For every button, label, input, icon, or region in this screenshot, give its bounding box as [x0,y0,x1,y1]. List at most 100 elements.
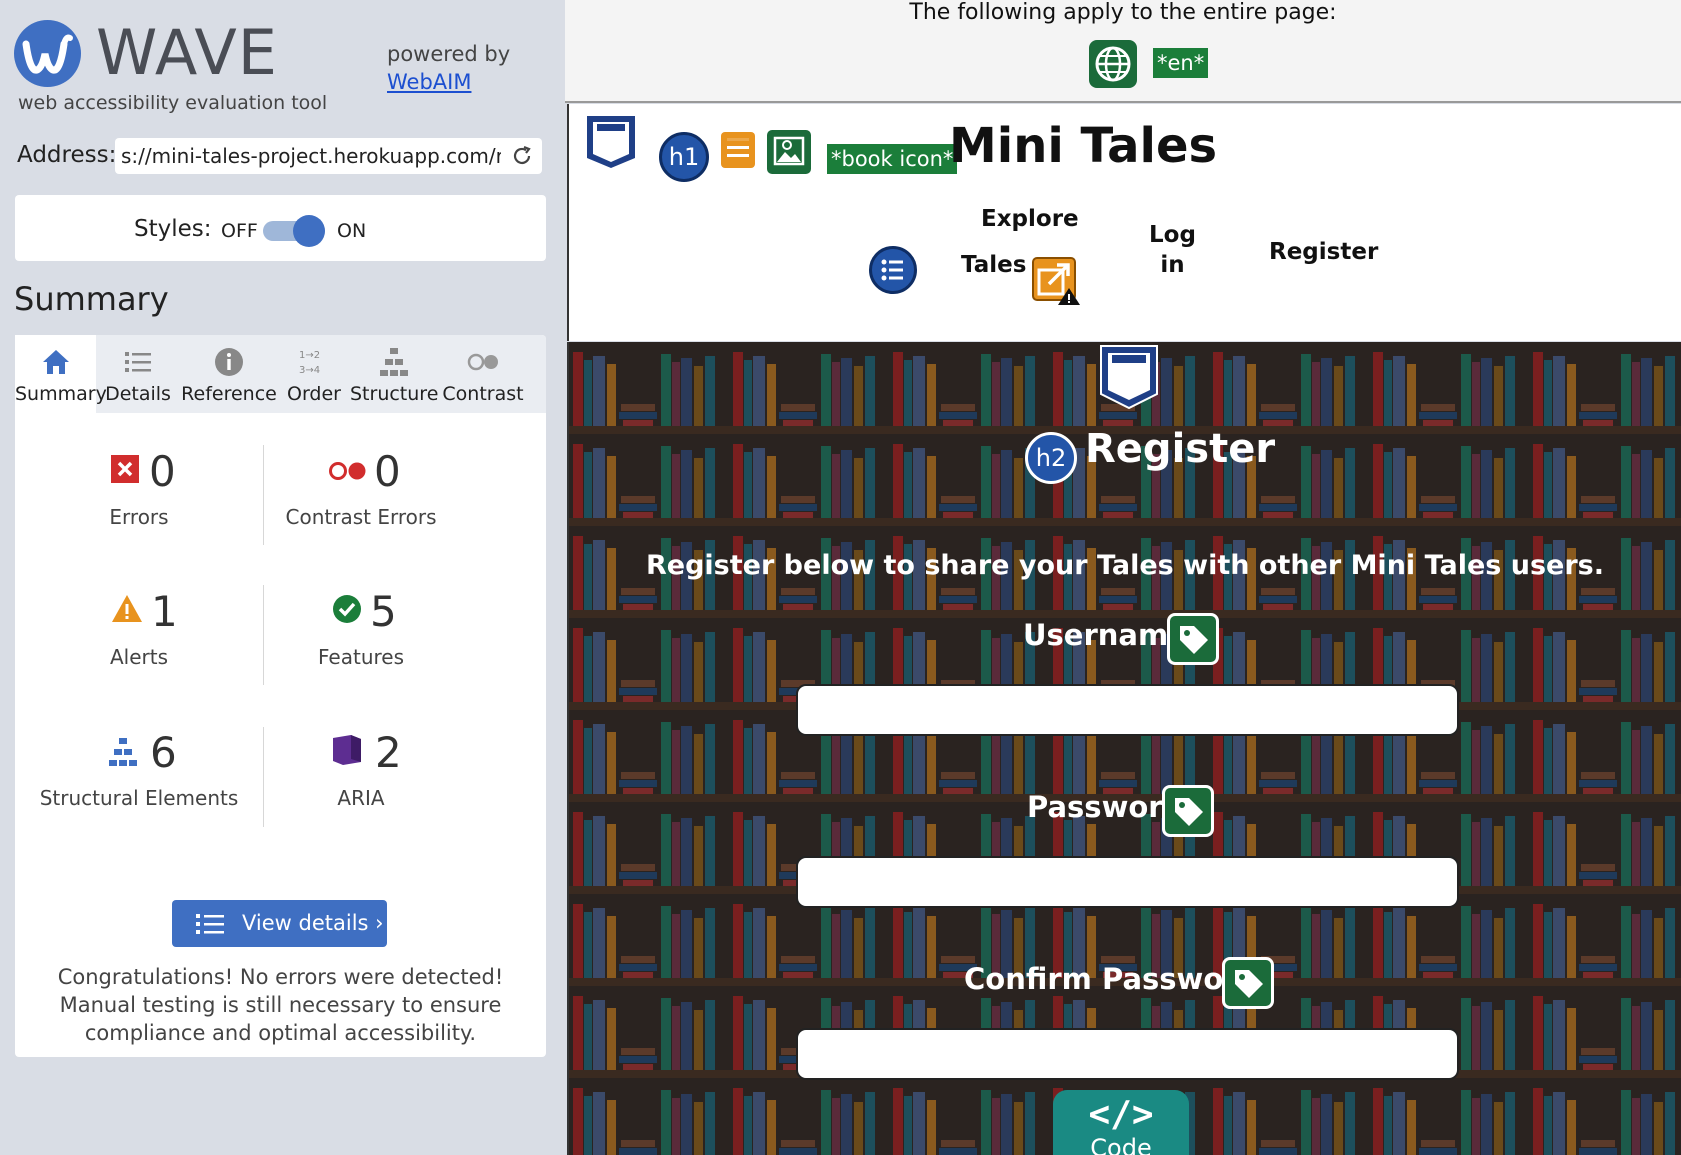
tab-order[interactable]: 1→2 3→4 Order [278,335,350,413]
structure-tree-icon [109,738,137,766]
alert-triangle-icon [112,595,142,622]
list-icon [196,914,224,934]
confirm-password-input[interactable] [796,1028,1459,1080]
summary-heading: Summary [14,280,169,318]
tab-details[interactable]: Details [96,335,180,413]
errors-count: 0 [149,447,176,496]
nav-login[interactable]: Log in [1149,220,1196,280]
styles-toggle[interactable] [263,215,325,247]
tab-label: Contrast [442,383,524,405]
stat-aria[interactable]: 2 ARIA [241,728,481,838]
features-count: 5 [370,587,397,636]
stat-contrast[interactable]: 0 Contrast Errors [241,447,481,557]
nav-explore-line1: Explore [981,206,1079,232]
structure-label: Structural Elements [39,786,239,810]
error-x-icon [111,455,139,483]
tab-label: Summary [15,383,107,405]
tab-label: Reference [181,383,277,405]
reload-icon[interactable] [510,144,534,168]
site-title[interactable]: Mini Tales [949,118,1217,174]
site-header: h1 *book icon* Mini Tales Explore Tales [567,104,1681,341]
form-label-tag-icon[interactable] [1167,613,1219,665]
congrats-message: Congratulations! No errors were detected… [57,965,504,1045]
page-notice: The following apply to the entire page: … [565,0,1681,103]
aria-cube-icon [333,735,361,765]
book-icon-alt-badge[interactable]: *book icon* [827,144,958,174]
feature-check-icon [333,595,361,623]
username-input[interactable] [796,684,1459,736]
lang-badge[interactable]: *en* [1153,48,1209,78]
home-icon [42,350,69,374]
wave-title: WAVE [96,16,278,89]
linked-image-icon[interactable] [765,128,813,176]
tab-label: Details [105,383,171,405]
nav-login-line1: Log [1149,222,1196,248]
username-label: Username [1023,618,1188,652]
wave-sidebar: WAVE web accessibility evaluation tool p… [0,0,565,1155]
summary-panel: Summary Details Reference 1→2 3→4 Order … [15,335,546,1057]
alerts-label: Alerts [109,645,169,669]
contrast-icon [467,353,498,371]
order-icon: 1→2 3→4 [299,350,320,376]
code-label: Code [1090,1134,1152,1155]
form-label-tag-icon[interactable] [1162,785,1214,837]
register-heading: Register [1085,426,1276,472]
styles-toggle-card: Styles: OFF ON [15,195,546,261]
wave-logo-icon [14,20,81,87]
register-subheading: Register below to share your Tales with … [645,550,1605,581]
main-region-icon[interactable] [1097,344,1161,410]
info-icon [215,348,243,376]
styles-off-label: OFF [221,220,258,242]
address-label: Address: [17,142,117,168]
nav-register[interactable]: Register [1269,237,1378,267]
address-input[interactable] [115,138,507,174]
tab-label: Order [287,383,341,405]
wave-subtitle: web accessibility evaluation tool [18,92,328,114]
password-input[interactable] [796,856,1459,908]
stat-errors[interactable]: 0 Errors [19,447,259,557]
confirm-password-label: Confirm Password [964,962,1259,996]
form-label-tag-icon[interactable] [1222,957,1274,1009]
toggle-knob [293,215,325,247]
structure-count: 6 [150,728,177,777]
styles-on-label: ON [337,220,367,242]
address-bar: Address: [17,138,542,176]
list-icon [125,352,151,372]
errors-label: Errors [109,505,169,529]
features-label: Features [318,645,404,669]
view-details-button[interactable]: View details › [172,900,387,947]
aria-count: 2 [375,728,402,777]
stat-features[interactable]: 5 Features [241,587,481,697]
header-region-icon[interactable] [581,112,641,172]
svg-text:1→2: 1→2 [299,350,320,361]
tab-contrast[interactable]: Contrast [438,335,528,413]
globe-icon[interactable] [1089,40,1137,88]
structure-icon [380,348,408,376]
contrast-label: Contrast Errors [285,505,437,529]
nav-login-line2: in [1160,252,1185,278]
page-notice-text: The following apply to the entire page: [909,0,1337,25]
tab-reference[interactable]: Reference [180,335,278,413]
external-link-alert-icon[interactable] [1031,256,1081,306]
h2-badge[interactable]: h2 [1025,432,1077,484]
alerts-count: 1 [151,587,178,636]
code-panel-tab[interactable]: </> Code [1053,1090,1189,1155]
stat-alerts[interactable]: 1 Alerts [19,587,259,697]
password-label: Password [1027,790,1184,824]
register-section: h2 Register Register below to share your… [567,342,1681,1155]
tab-structure[interactable]: Structure [350,335,438,413]
tab-bar: Summary Details Reference 1→2 3→4 Order … [15,335,546,413]
h1-badge[interactable]: h1 [659,132,709,182]
view-details-label: View details › [242,911,384,935]
tab-label: Structure [350,383,439,405]
aria-label: ARIA [337,786,385,810]
code-icon: </> [1088,1094,1154,1135]
redundant-alt-icon[interactable] [719,130,757,170]
stat-structure[interactable]: 6 Structural Elements [19,728,259,838]
powered-by: powered by WebAIM [387,40,510,96]
webaim-link[interactable]: WebAIM [387,70,471,94]
contrast-count: 0 [374,447,401,496]
styles-label: Styles: [134,216,212,242]
tab-summary[interactable]: Summary [15,335,107,413]
nav-list-icon[interactable] [869,246,917,294]
